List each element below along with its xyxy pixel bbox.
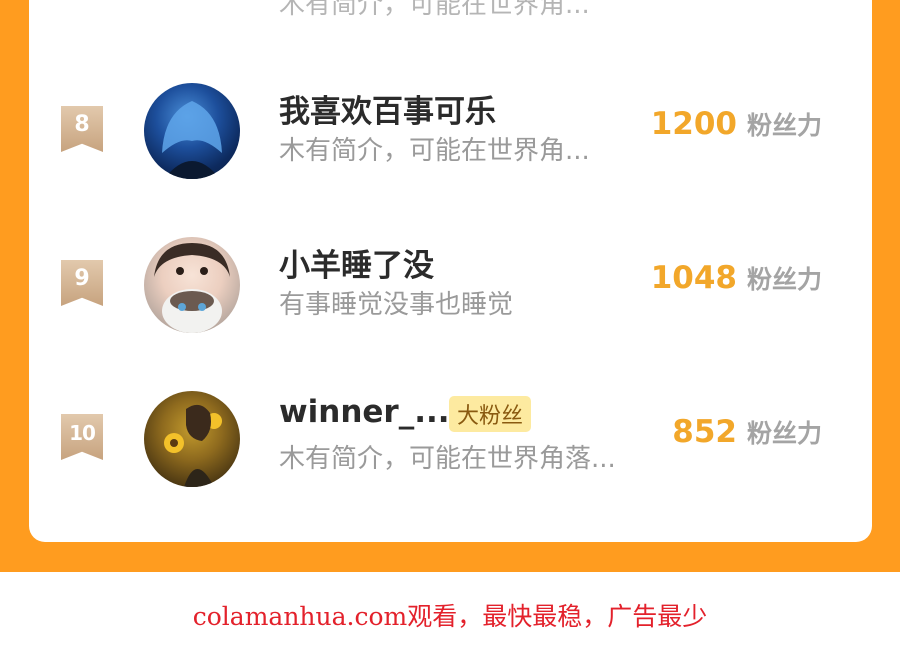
fan-score-unit: 粉丝力 (746, 419, 822, 448)
nickname[interactable]: winner_... (279, 394, 450, 430)
bio-text: 木有简介，可能在世界角... (279, 136, 590, 166)
fan-ranking-card: 木有简介，可能在世界角... 8 我喜欢百事可乐 木有简介，可能在世界角... … (29, 0, 872, 542)
fan-score: 852 粉丝力 (672, 414, 822, 450)
rank-badge: 10 (61, 414, 103, 460)
fan-score-unit: 粉丝力 (746, 265, 822, 294)
fan-score: 1200 粉丝力 (651, 106, 822, 142)
nickname[interactable]: 我喜欢百事可乐 (279, 86, 496, 131)
list-item-partial[interactable]: 木有简介，可能在世界角... (29, 0, 872, 80)
fan-score-value: 1048 (650, 260, 737, 296)
watermark-text: colamanhua.com观看，最快最稳，广告最少 (192, 602, 708, 631)
list-item[interactable]: 9 小羊睡了没 有事睡觉没事也睡觉 1048 粉丝力 (29, 234, 872, 344)
avatar[interactable] (144, 83, 240, 179)
bio-text: 木有简介，可能在世界角落... (279, 444, 616, 474)
list-item[interactable]: 10 winner_... 大粉丝 木有简介，可能在世界角落... 852 粉丝力 (29, 388, 872, 498)
nickname[interactable]: 小羊睡了没 (279, 240, 434, 285)
avatar[interactable] (144, 237, 240, 333)
avatar[interactable] (144, 391, 240, 487)
fan-score-value: 852 (672, 414, 737, 450)
fan-score-value: 1200 (650, 106, 737, 142)
fan-score-unit: 粉丝力 (746, 111, 822, 140)
big-fan-badge: 大粉丝 (449, 396, 532, 432)
rank-badge: 9 (61, 260, 103, 306)
list-item[interactable]: 8 我喜欢百事可乐 木有简介，可能在世界角... 1200 粉丝力 (29, 80, 872, 190)
bio-text: 有事睡觉没事也睡觉 (279, 290, 514, 320)
rank-badge: 8 (61, 106, 103, 152)
bio-text: 木有简介，可能在世界角... (279, 0, 590, 20)
fan-score: 1048 粉丝力 (651, 260, 822, 296)
